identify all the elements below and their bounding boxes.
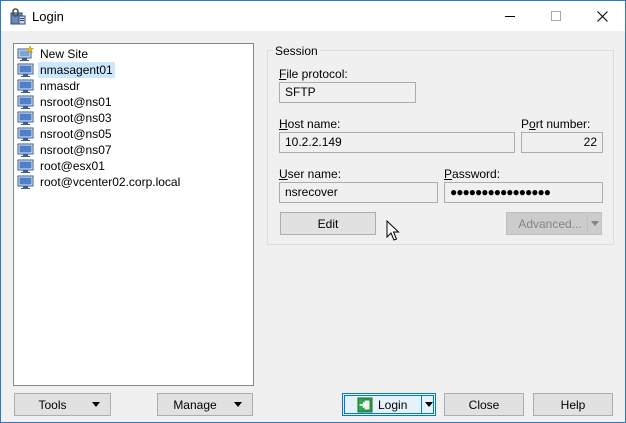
- minimize-icon: [505, 16, 515, 17]
- login-icon: [357, 397, 373, 413]
- site-item-nsroot-ns05[interactable]: nsroot@ns05: [17, 126, 114, 142]
- site-list[interactable]: New Site nmasagent01 nmasdr nsroot@ns01 …: [13, 43, 254, 386]
- login-button-label: Login: [378, 398, 408, 412]
- chevron-down-icon: [234, 402, 242, 407]
- manage-button[interactable]: Manage: [157, 393, 253, 416]
- close-button[interactable]: [579, 1, 625, 31]
- file-protocol-select[interactable]: SFTP: [279, 82, 416, 103]
- site-label: root@vcenter02.corp.local: [40, 175, 181, 189]
- advanced-button[interactable]: Advanced...: [506, 212, 602, 235]
- computer-icon: [17, 175, 34, 189]
- site-item-nsroot-ns03[interactable]: nsroot@ns03: [17, 110, 114, 126]
- advanced-split-divider: [587, 215, 588, 232]
- site-label: New Site: [40, 47, 89, 61]
- edit-button-label: Edit: [317, 216, 339, 231]
- site-label: nsroot@ns05: [40, 127, 112, 141]
- computer-icon: [17, 79, 34, 93]
- site-label: nmasdr: [40, 79, 81, 93]
- edit-button[interactable]: Edit: [280, 212, 376, 235]
- chevron-down-icon[interactable]: [591, 221, 599, 226]
- host-name-input[interactable]: 10.2.2.149: [279, 132, 515, 153]
- password-label: Password:: [444, 167, 501, 181]
- minimize-button[interactable]: [487, 1, 533, 31]
- login-split-divider: [421, 395, 422, 414]
- site-label: nsroot@ns07: [40, 143, 112, 157]
- site-label: nsroot@ns03: [40, 111, 112, 125]
- user-name-input[interactable]: nsrecover: [279, 182, 438, 203]
- site-item-nsroot-ns07[interactable]: nsroot@ns07: [17, 142, 114, 158]
- site-item-new-site[interactable]: New Site: [17, 46, 90, 62]
- close-icon: [596, 10, 608, 22]
- close-button-label: Close: [468, 397, 500, 412]
- port-number-label: Port number:: [521, 117, 591, 131]
- new-site-icon: [17, 46, 34, 61]
- computer-icon: [17, 143, 34, 157]
- chevron-down-icon[interactable]: [425, 402, 433, 407]
- login-window: Login New Site nmasagent01 nmasdr nsroot…: [0, 0, 626, 423]
- user-name-label: User name:: [279, 167, 342, 181]
- password-input[interactable]: ●●●●●●●●●●●●●●●●: [444, 182, 603, 203]
- mouse-cursor-icon: [386, 220, 400, 241]
- session-legend: Session: [273, 44, 320, 58]
- title-bar[interactable]: Login: [1, 1, 625, 31]
- site-item-nsroot-ns01[interactable]: nsroot@ns01: [17, 94, 114, 110]
- file-protocol-label: File protocol:: [279, 67, 348, 81]
- login-button[interactable]: Login: [342, 393, 436, 416]
- site-label: nmasagent01: [38, 62, 115, 78]
- chevron-down-icon: [92, 402, 100, 407]
- computer-icon: [17, 127, 34, 141]
- tools-button[interactable]: Tools: [14, 393, 111, 416]
- site-item-root-vcenter02[interactable]: root@vcenter02.corp.local: [17, 174, 182, 190]
- computer-icon: [17, 159, 34, 173]
- close-dialog-button[interactable]: Close: [444, 393, 524, 416]
- help-button-label: Help: [560, 397, 586, 412]
- site-item-nmasdr[interactable]: nmasdr: [17, 78, 82, 94]
- maximize-button[interactable]: [533, 1, 579, 31]
- computer-icon: [17, 111, 34, 125]
- winscp-app-icon: [10, 8, 26, 25]
- computer-icon: [17, 63, 34, 77]
- site-item-root-esx01[interactable]: root@esx01: [17, 158, 107, 174]
- tools-button-label: Tools: [38, 397, 67, 412]
- site-label: root@esx01: [40, 159, 105, 173]
- computer-icon: [17, 95, 34, 109]
- window-title: Login: [32, 9, 64, 24]
- advanced-button-label: Advanced...: [518, 217, 582, 231]
- help-button[interactable]: Help: [533, 393, 613, 416]
- host-name-label: Host name:: [279, 117, 341, 131]
- site-item-nmasagent01[interactable]: nmasagent01: [17, 62, 115, 78]
- site-label: nsroot@ns01: [40, 95, 112, 109]
- maximize-icon: [551, 11, 561, 21]
- manage-button-label: Manage: [173, 397, 217, 412]
- port-number-input[interactable]: 22: [521, 132, 603, 153]
